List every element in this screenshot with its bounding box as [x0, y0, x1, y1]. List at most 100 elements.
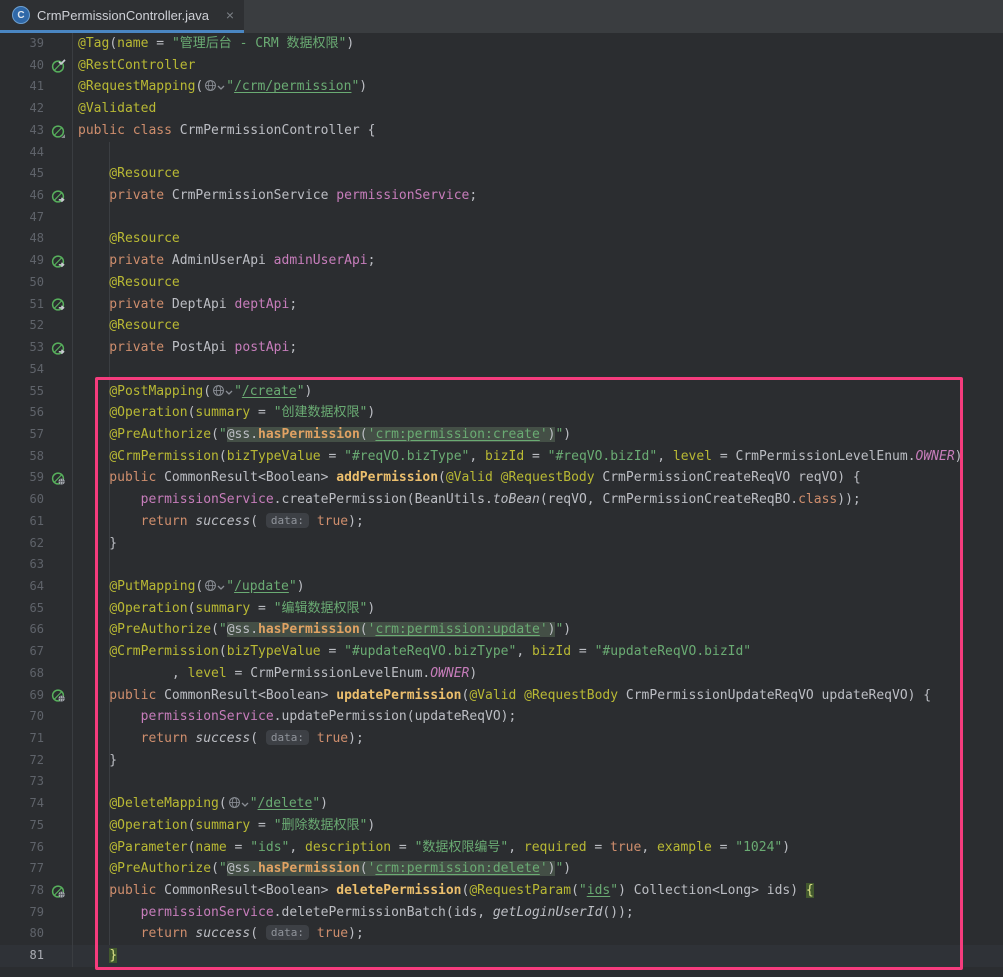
code-text[interactable]: @RestController — [72, 55, 1003, 77]
code-line-61[interactable]: 61 return success( data: true); — [0, 511, 1003, 533]
code-text[interactable]: } — [72, 945, 1003, 967]
code-text[interactable]: @DeleteMapping("/delete") — [72, 793, 1003, 815]
code-text[interactable]: @PutMapping("/update") — [72, 576, 1003, 598]
code-text[interactable] — [72, 359, 1003, 381]
line-number[interactable]: 45 — [0, 163, 44, 185]
code-text[interactable]: @Resource — [72, 228, 1003, 250]
line-number[interactable]: 69 — [0, 685, 44, 707]
code-text[interactable]: return success( data: true); — [72, 728, 1003, 750]
line-number[interactable]: 50 — [0, 272, 44, 294]
code-line-73[interactable]: 73 — [0, 771, 1003, 793]
line-number[interactable]: 57 — [0, 424, 44, 446]
autowired-gutter-icon[interactable] — [44, 185, 72, 207]
code-text[interactable]: private DeptApi deptApi; — [72, 294, 1003, 316]
code-line-41[interactable]: 41@RequestMapping("/crm/permission") — [0, 76, 1003, 98]
code-text[interactable]: } — [72, 533, 1003, 555]
code-text[interactable]: permissionService.deletePermissionBatch(… — [72, 902, 1003, 924]
code-line-71[interactable]: 71 return success( data: true); — [0, 728, 1003, 750]
code-line-74[interactable]: 74 @DeleteMapping("/delete") — [0, 793, 1003, 815]
request-mapping-gutter-icon[interactable] — [44, 467, 72, 489]
line-number[interactable]: 72 — [0, 750, 44, 772]
code-line-69[interactable]: 69 public CommonResult<Boolean> updatePe… — [0, 685, 1003, 707]
url-globe-inlay-icon[interactable] — [228, 795, 249, 817]
code-text[interactable]: return success( data: true); — [72, 511, 1003, 533]
line-number[interactable]: 66 — [0, 619, 44, 641]
code-line-59[interactable]: 59 public CommonResult<Boolean> addPermi… — [0, 467, 1003, 489]
code-text[interactable]: return success( data: true); — [72, 923, 1003, 945]
code-text[interactable]: public class CrmPermissionController { — [72, 120, 1003, 142]
line-number[interactable]: 49 — [0, 250, 44, 272]
code-text[interactable]: permissionService.createPermission(BeanU… — [72, 489, 1003, 511]
line-number[interactable]: 59 — [0, 467, 44, 489]
line-number[interactable]: 81 — [0, 945, 44, 967]
code-line-68[interactable]: 68 , level = CrmPermissionLevelEnum.OWNE… — [0, 663, 1003, 685]
bean-ok-gutter-icon[interactable] — [44, 55, 72, 77]
code-text[interactable]: @CrmPermission(bizTypeValue = "#reqVO.bi… — [72, 446, 1003, 468]
code-line-47[interactable]: 47 — [0, 207, 1003, 229]
line-number[interactable]: 58 — [0, 446, 44, 468]
code-line-49[interactable]: 49 private AdminUserApi adminUserApi; — [0, 250, 1003, 272]
line-number[interactable]: 40 — [0, 55, 44, 77]
code-text[interactable]: public CommonResult<Boolean> addPermissi… — [72, 467, 1003, 489]
code-line-40[interactable]: 40 @RestController — [0, 55, 1003, 77]
tab-crm-permission-controller[interactable]: C CrmPermissionController.java × — [0, 0, 244, 33]
code-line-70[interactable]: 70 permissionService.updatePermission(up… — [0, 706, 1003, 728]
line-number[interactable]: 78 — [0, 880, 44, 902]
request-mapping-gutter-icon[interactable] — [44, 685, 72, 707]
line-number[interactable]: 75 — [0, 815, 44, 837]
code-line-80[interactable]: 80 return success( data: true); — [0, 923, 1003, 945]
line-number[interactable]: 65 — [0, 598, 44, 620]
code-line-50[interactable]: 50 @Resource — [0, 272, 1003, 294]
line-number[interactable]: 41 — [0, 76, 44, 98]
code-line-46[interactable]: 46 private CrmPermissionService permissi… — [0, 185, 1003, 207]
code-line-52[interactable]: 52 @Resource — [0, 315, 1003, 337]
line-number[interactable]: 61 — [0, 511, 44, 533]
code-text[interactable]: @Parameter(name = "ids", description = "… — [72, 837, 1003, 859]
line-number[interactable]: 63 — [0, 554, 44, 576]
code-line-78[interactable]: 78 public CommonResult<Boolean> deletePe… — [0, 880, 1003, 902]
code-line-79[interactable]: 79 permissionService.deletePermissionBat… — [0, 902, 1003, 924]
line-number[interactable]: 77 — [0, 858, 44, 880]
code-line-56[interactable]: 56 @Operation(summary = "创建数据权限") — [0, 402, 1003, 424]
line-number[interactable]: 68 — [0, 663, 44, 685]
code-text[interactable]: public CommonResult<Boolean> deletePermi… — [72, 880, 1003, 902]
code-text[interactable]: @PostMapping("/create") — [72, 381, 1003, 403]
code-text[interactable]: private PostApi postApi; — [72, 337, 1003, 359]
code-text[interactable]: private CrmPermissionService permissionS… — [72, 185, 1003, 207]
code-line-39[interactable]: 39@Tag(name = "管理后台 - CRM 数据权限") — [0, 33, 1003, 55]
code-line-76[interactable]: 76 @Parameter(name = "ids", description … — [0, 837, 1003, 859]
code-line-42[interactable]: 42@Validated — [0, 98, 1003, 120]
url-globe-inlay-icon[interactable] — [204, 578, 225, 600]
line-number[interactable]: 54 — [0, 359, 44, 381]
autowired-gutter-icon[interactable] — [44, 337, 72, 359]
code-text[interactable]: @Validated — [72, 98, 1003, 120]
code-line-58[interactable]: 58 @CrmPermission(bizTypeValue = "#reqVO… — [0, 446, 1003, 468]
code-line-67[interactable]: 67 @CrmPermission(bizTypeValue = "#updat… — [0, 641, 1003, 663]
code-text[interactable]: @Operation(summary = "创建数据权限") — [72, 402, 1003, 424]
code-text[interactable]: permissionService.updatePermission(updat… — [72, 706, 1003, 728]
tab-close-icon[interactable]: × — [226, 7, 234, 23]
line-number[interactable]: 71 — [0, 728, 44, 750]
line-number[interactable]: 48 — [0, 228, 44, 250]
line-number[interactable]: 46 — [0, 185, 44, 207]
line-number[interactable]: 53 — [0, 337, 44, 359]
line-number[interactable]: 62 — [0, 533, 44, 555]
code-line-54[interactable]: 54 — [0, 359, 1003, 381]
line-number[interactable]: 47 — [0, 207, 44, 229]
code-line-45[interactable]: 45 @Resource — [0, 163, 1003, 185]
code-text[interactable]: @Tag(name = "管理后台 - CRM 数据权限") — [72, 33, 1003, 55]
line-number[interactable]: 70 — [0, 706, 44, 728]
code-text[interactable]: private AdminUserApi adminUserApi; — [72, 250, 1003, 272]
code-text[interactable]: @CrmPermission(bizTypeValue = "#updateRe… — [72, 641, 1003, 663]
code-line-62[interactable]: 62 } — [0, 533, 1003, 555]
code-text[interactable] — [72, 554, 1003, 576]
line-number[interactable]: 44 — [0, 142, 44, 164]
code-text[interactable]: @Operation(summary = "删除数据权限") — [72, 815, 1003, 837]
code-line-72[interactable]: 72 } — [0, 750, 1003, 772]
code-line-81[interactable]: 81 } — [0, 945, 1003, 967]
code-line-65[interactable]: 65 @Operation(summary = "编辑数据权限") — [0, 598, 1003, 620]
code-line-64[interactable]: 64 @PutMapping("/update") — [0, 576, 1003, 598]
url-globe-inlay-icon[interactable] — [204, 78, 225, 100]
code-text[interactable] — [72, 142, 1003, 164]
code-text[interactable]: @PreAuthorize("@ss.hasPermission('crm:pe… — [72, 858, 1003, 880]
